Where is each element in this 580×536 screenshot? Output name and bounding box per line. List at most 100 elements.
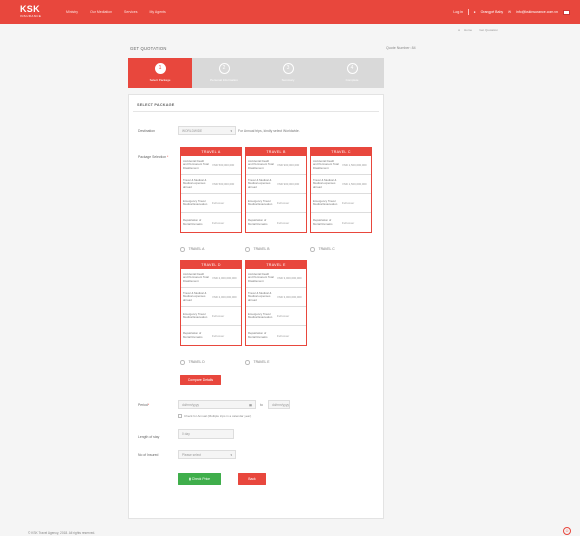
- radio-travel-d[interactable]: TRAVEL D: [180, 360, 205, 365]
- radio-label: TRAVEL B: [253, 247, 270, 252]
- benefit-value: Full cover: [277, 314, 290, 318]
- insured-select[interactable]: Please select ▾: [178, 450, 236, 459]
- package-card-e: TRAVEL E Accidental Death and Permanent …: [245, 260, 307, 346]
- radio-travel-a[interactable]: TRAVEL A: [180, 247, 204, 252]
- benefit-label: Accidental Death and Permanent Total Dis…: [248, 272, 274, 283]
- nav-item-services[interactable]: Services: [124, 10, 137, 14]
- step-summary[interactable]: 3 Summary: [256, 58, 320, 88]
- step-number: 2: [218, 63, 230, 74]
- benefit-value: Full cover: [212, 333, 225, 338]
- benefit-label: Emergency Travel Medical Evacuation: [313, 198, 338, 206]
- breadcrumb-home[interactable]: Home: [464, 28, 472, 32]
- radio-label: TRAVEL A: [188, 247, 205, 252]
- benefit-value: Full cover: [277, 333, 290, 338]
- benefit-value: Full cover: [277, 201, 290, 205]
- breadcrumb: ● Home: [458, 28, 472, 32]
- check-price-button[interactable]: ▮ Check Price: [178, 473, 221, 485]
- period-from-input[interactable]: dd/mm/yyyy ▦: [178, 400, 256, 409]
- benefit-label: Travel & Medical & Medical expenses abro…: [248, 291, 272, 302]
- step-number: 4: [346, 63, 358, 74]
- benefit-value: Full cover: [212, 314, 225, 318]
- benefit-label: Travel & Medical & Medical expenses abro…: [248, 178, 272, 189]
- benefit-value: VND 2,000,000,000: [212, 276, 237, 280]
- radio-circle[interactable]: [310, 247, 315, 252]
- checkbox[interactable]: [178, 414, 182, 418]
- benefit-value: Full cover: [212, 201, 225, 205]
- radio-label: TRAVEL C: [318, 247, 335, 252]
- compare-details-button[interactable]: Compare Details: [180, 375, 221, 385]
- nav-item-mediation[interactable]: Our Mediation: [90, 10, 112, 14]
- step-select-package[interactable]: 1 Select Package: [128, 58, 192, 88]
- section-title: SELECT PACKAGE: [137, 103, 175, 107]
- package-row: Emergency Travel Medical Evacuation Full …: [311, 194, 371, 213]
- brand-logo[interactable]: KSK INSURANCE: [20, 5, 41, 18]
- divider: [467, 9, 469, 15]
- benefit-label: Accidental Death and Permanent Total Dis…: [183, 159, 209, 170]
- length-of-stay-value: 0 day: [182, 432, 190, 436]
- package-name: TRAVEL E: [246, 261, 306, 269]
- period-label: Period*: [138, 403, 149, 407]
- radio-circle[interactable]: [245, 247, 250, 252]
- benefit-value: VND 2,000,000,000: [212, 295, 237, 299]
- package-name: TRAVEL D: [181, 261, 241, 269]
- step-complete[interactable]: 4 Complete: [320, 58, 384, 88]
- footer-copyright: © KSK Travel Agency, 2018. All rights re…: [28, 531, 96, 535]
- language-flag-icon[interactable]: [563, 9, 570, 15]
- nav-item-agents[interactable]: My Agents: [149, 10, 165, 14]
- package-card-b: TRAVEL B Accidental Death and Permanent …: [245, 147, 307, 233]
- benefit-label: Travel & Medical & Medical expenses abro…: [313, 178, 337, 189]
- step-number: 1: [154, 63, 166, 74]
- period-label-text: Period: [138, 403, 148, 407]
- package-row: Emergency Travel Medical Evacuation Full …: [181, 194, 241, 213]
- top-right-menu: Log in ● Orangpé Baby ✉ info@kskinsuranc…: [453, 9, 570, 15]
- required-mark: *: [167, 155, 169, 159]
- chat-icon[interactable]: ☺: [563, 527, 571, 535]
- benefit-label: Accidental Death and Permanent Total Dis…: [183, 272, 209, 283]
- back-button[interactable]: Back: [238, 473, 266, 485]
- benefit-label: Travel & Medical & Medical expenses abro…: [183, 291, 207, 302]
- benefit-value: VND 3,000,000,000: [277, 276, 302, 280]
- breadcrumb-page: Get Quotation: [479, 28, 498, 32]
- user-name[interactable]: Orangpé Baby: [481, 10, 504, 14]
- destination-select[interactable]: WORLDWIDE ▾: [178, 126, 236, 135]
- document-icon: ▮: [188, 477, 191, 481]
- annual-checkbox-label: Check for Annual (Multiple trips in a ca…: [184, 414, 252, 418]
- radio-travel-e[interactable]: TRAVEL E: [245, 360, 270, 365]
- benefit-value: VND 1,500,000,000: [342, 163, 367, 167]
- package-row: Travel & Medical & Medical expenses abro…: [181, 288, 241, 307]
- benefit-value: VND 500,000,000: [212, 182, 235, 186]
- step-personal-info[interactable]: 2 Personal Information: [192, 58, 256, 88]
- benefit-value: VND 900,000,000: [277, 182, 300, 186]
- contact-email[interactable]: info@kskinsurance.com.vn: [516, 10, 558, 14]
- length-of-stay-field: 0 day: [178, 429, 234, 439]
- package-label: Package Selection *: [138, 155, 168, 159]
- package-row: Repatriation of Mortal Remains Full cover: [181, 326, 241, 345]
- home-icon[interactable]: ●: [458, 28, 460, 32]
- package-card-c: TRAVEL C Accidental Death and Permanent …: [310, 147, 372, 233]
- brand-name: KSK: [20, 4, 40, 14]
- radio-circle[interactable]: [180, 360, 185, 365]
- package-row: Repatriation of Mortal Remains Full cover: [246, 213, 306, 232]
- radio-label: TRAVEL E: [253, 360, 270, 365]
- calendar-icon: ▦: [249, 403, 252, 407]
- benefit-label: Emergency Travel Medical Evacuation: [183, 198, 208, 206]
- package-row: Travel & Medical & Medical expenses abro…: [311, 175, 371, 194]
- benefit-value: VND 3,000,000,000: [277, 295, 302, 299]
- package-label-text: Package Selection: [138, 155, 167, 159]
- radio-circle[interactable]: [245, 360, 250, 365]
- wizard-steps: 1 Select Package 2 Personal Information …: [128, 58, 384, 88]
- radio-travel-c[interactable]: TRAVEL C: [310, 247, 335, 252]
- annual-checkbox[interactable]: Check for Annual (Multiple trips in a ca…: [178, 414, 251, 418]
- benefit-label: Travel & Medical & Medical expenses abro…: [183, 178, 207, 189]
- destination-hint: For Annual trips, kindly select Worldwid…: [238, 129, 300, 133]
- benefit-label: Repatriation of Mortal Remains: [183, 218, 203, 226]
- radio-circle[interactable]: [180, 247, 185, 252]
- radio-label: TRAVEL D: [188, 360, 205, 365]
- radio-travel-b[interactable]: TRAVEL B: [245, 247, 270, 252]
- benefit-value: VND 900,000,000: [277, 163, 300, 167]
- login-link[interactable]: Log in: [453, 10, 463, 14]
- period-to-input[interactable]: dd/mm/yyyy: [268, 400, 290, 409]
- chevron-down-icon: ▾: [230, 453, 232, 457]
- benefit-value: Full cover: [277, 220, 290, 225]
- nav-item-ministry[interactable]: Ministry: [66, 10, 78, 14]
